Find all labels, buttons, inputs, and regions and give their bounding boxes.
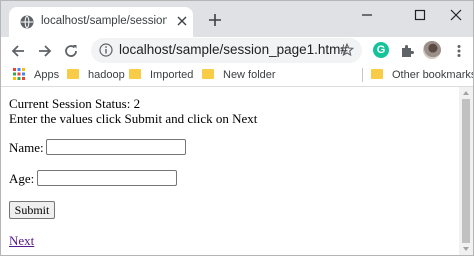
minimize-icon[interactable] <box>359 7 375 23</box>
bookmark-label: Imported <box>150 69 194 81</box>
scroll-thumb[interactable] <box>462 99 470 243</box>
bookmark-new-folder[interactable]: New folder <box>202 67 276 83</box>
kebab-menu-icon[interactable] <box>451 43 467 59</box>
apps-grid-icon <box>13 68 25 80</box>
folder-icon <box>67 69 79 79</box>
browser-tab[interactable]: localhost/sample/session_page1. <box>9 7 193 37</box>
globe-icon <box>20 15 34 29</box>
browser-window: localhost/sample/session_page1. <box>0 0 474 256</box>
bookmarks-divider <box>362 68 363 82</box>
tab-title: localhost/sample/session_page1. <box>41 15 167 27</box>
arrow-left-icon[interactable] <box>10 43 26 59</box>
scroll-up-icon[interactable] <box>462 89 470 97</box>
bookmark-label: New folder <box>223 69 276 81</box>
scroll-down-icon[interactable] <box>462 245 470 253</box>
other-bookmarks-label: Other bookmarks <box>392 69 474 81</box>
bookmark-apps[interactable]: Apps <box>13 67 59 83</box>
maximize-icon[interactable] <box>412 7 428 23</box>
name-label: Name: <box>9 140 44 155</box>
bookmark-imported[interactable]: Imported <box>129 67 193 83</box>
apps-label: Apps <box>34 69 60 81</box>
grammarly-icon[interactable]: G <box>373 42 389 58</box>
avatar[interactable] <box>423 41 441 59</box>
reload-icon[interactable] <box>63 43 79 59</box>
bookmark-hadoop[interactable]: hadoop <box>67 67 125 83</box>
address-bar[interactable]: localhost/sample/session_page1.htm# <box>91 38 362 63</box>
age-label: Age: <box>9 171 35 186</box>
close-tab-icon[interactable] <box>176 15 188 27</box>
url-text[interactable]: localhost/sample/session_page1.htm# <box>119 42 348 57</box>
vertical-scrollbar[interactable] <box>459 87 473 255</box>
bookmark-other[interactable]: Other bookmarks <box>371 67 474 83</box>
submit-button[interactable]: Submit <box>9 201 55 219</box>
browser-toolbar: localhost/sample/session_page1.htm# G <box>1 37 473 64</box>
new-tab-icon[interactable] <box>208 13 222 27</box>
star-icon[interactable] <box>340 43 354 57</box>
age-field[interactable] <box>37 170 177 186</box>
arrow-right-icon[interactable] <box>37 43 53 59</box>
next-link[interactable]: Next <box>9 233 34 249</box>
bookmarks-bar: Apps hadoop Imported New folder Other bo… <box>1 64 473 87</box>
name-field[interactable] <box>46 139 186 155</box>
folder-icon <box>129 69 141 79</box>
info-icon[interactable] <box>99 43 113 57</box>
puzzle-icon[interactable] <box>399 43 415 59</box>
folder-icon <box>371 69 383 79</box>
title-bar: localhost/sample/session_page1. <box>1 1 473 37</box>
instruction-text: Enter the values click Submit and click … <box>9 111 258 126</box>
folder-icon <box>202 69 214 79</box>
close-window-icon[interactable] <box>448 7 464 23</box>
bookmark-label: hadoop <box>88 69 125 81</box>
page-content: Current Session Status: 2 Enter the valu… <box>1 87 459 255</box>
session-status: Current Session Status: 2 <box>9 96 141 111</box>
